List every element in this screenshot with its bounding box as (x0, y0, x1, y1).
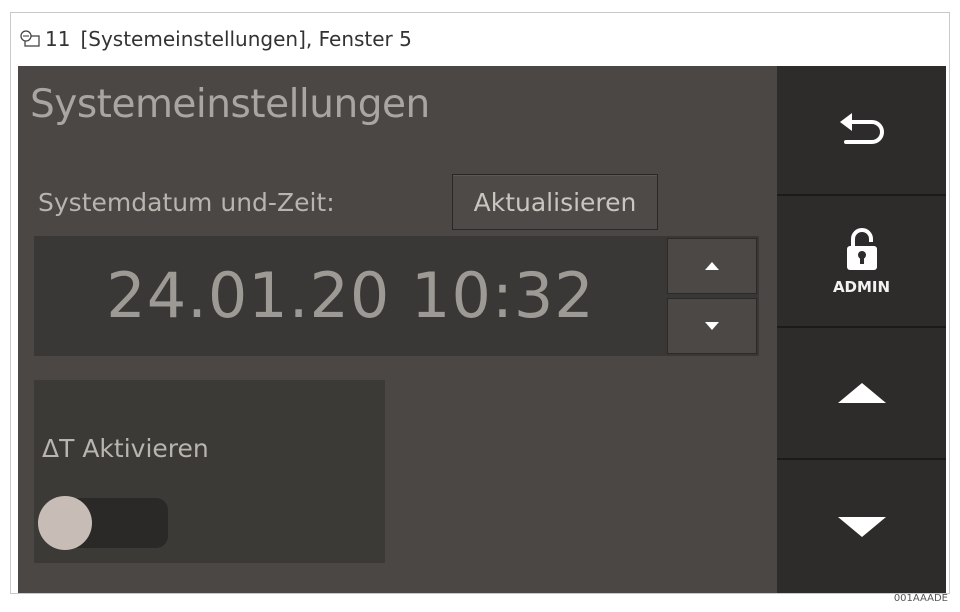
caption-text: [Systemeinstellungen], Fenster 5 (80, 27, 412, 51)
triangle-down-icon (837, 516, 886, 537)
admin-button[interactable]: ADMIN (777, 196, 946, 328)
caption-number: 11 (45, 27, 71, 51)
decrement-button[interactable] (667, 298, 757, 354)
delta-t-label: ΔT Aktivieren (42, 434, 209, 463)
figure-caption: 11 [Systemeinstellungen], Fenster 5 (19, 25, 412, 53)
delta-t-toggle[interactable] (38, 496, 168, 550)
datetime-value: 24.01.20 10:32 (106, 259, 595, 332)
page-title: Systemeinstellungen (30, 82, 430, 127)
increment-button[interactable] (667, 238, 757, 294)
datetime-label: Systemdatum und-Zeit: (38, 188, 335, 217)
delta-t-card: ΔT Aktivieren (34, 380, 385, 563)
scroll-up-button[interactable] (777, 328, 946, 460)
datetime-stepper (667, 236, 759, 356)
unlocked-padlock-icon (846, 228, 877, 270)
toggle-knob (38, 496, 92, 550)
scroll-down-button[interactable] (777, 460, 946, 593)
datetime-display[interactable]: 24.01.20 10:32 (34, 236, 667, 356)
image-code: 001AAADE (893, 593, 948, 604)
admin-label: ADMIN (832, 278, 891, 296)
small-triangle-down-icon (705, 322, 719, 330)
back-arrow-icon (839, 113, 884, 144)
sidebar: ADMIN (777, 66, 946, 593)
figure-frame: 11 [Systemeinstellungen], Fenster 5 Syst… (10, 12, 950, 594)
screen-figure-icon (19, 28, 41, 50)
device-screen: Systemeinstellungen Systemdatum und-Zeit… (18, 66, 946, 593)
back-button[interactable] (777, 66, 946, 196)
update-button[interactable]: Aktualisieren (452, 174, 658, 230)
triangle-up-icon (837, 383, 886, 403)
small-triangle-up-icon (705, 262, 719, 270)
